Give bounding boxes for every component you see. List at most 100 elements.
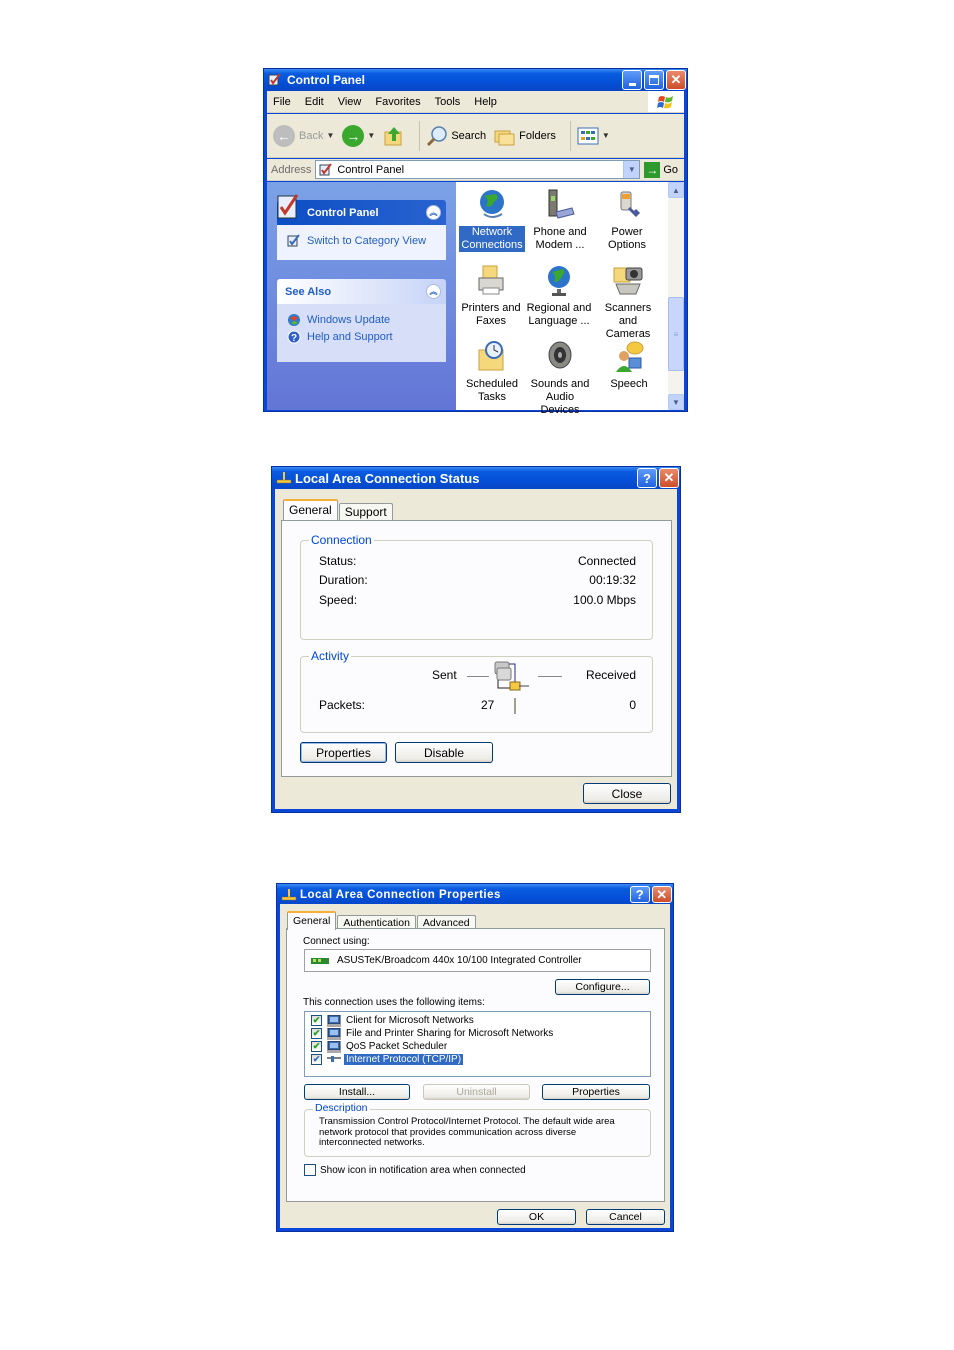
link-label: Windows Update [307, 314, 391, 326]
item-label: Network Connections [459, 226, 525, 252]
tab-general[interactable]: General [283, 499, 338, 520]
install-button[interactable]: Install... [304, 1084, 410, 1100]
close-button[interactable]: ✕ [652, 886, 672, 903]
menu-file[interactable]: File [267, 96, 299, 108]
connection-group: Connection Status: Connected Duration: 0… [300, 533, 653, 640]
item-sounds-and-audio-devices[interactable]: Sounds and Audio Devices [525, 340, 595, 417]
maximize-icon [649, 75, 659, 85]
folders-label: Folders [519, 129, 556, 142]
speed-value: 100.0 Mbps [573, 593, 636, 607]
connection-properties-dialog: Local Area Connection Properties ? ✕ Gen… [276, 883, 674, 1232]
scanner-camera-icon [612, 264, 644, 298]
scroll-up-button[interactable]: ▲ [668, 182, 684, 198]
chevron-up-double-icon: ︽ [429, 208, 438, 217]
help-button[interactable]: ? [637, 468, 657, 488]
network-activity-icon [493, 660, 535, 697]
packets-received-value: 0 [629, 698, 636, 712]
checkbox-checked[interactable]: ✔ [311, 1028, 322, 1039]
close-button[interactable]: ✕ [666, 70, 686, 90]
windows-update-icon [287, 313, 301, 327]
grip-icon: ≡ [673, 329, 679, 339]
list-item[interactable]: ✔ Client for Microsoft Networks [311, 1014, 476, 1027]
switch-to-category-view-link[interactable]: Switch to Category View [287, 234, 436, 248]
collapse-button[interactable]: ︽ [426, 205, 441, 220]
menu-tools[interactable]: Tools [429, 96, 469, 108]
menu-favorites[interactable]: Favorites [369, 96, 428, 108]
control-panel-task-box: Control Panel ︽ Switch to Category View [277, 194, 446, 260]
address-dropdown-button[interactable]: ▼ [623, 161, 640, 178]
go-arrow-icon: → [644, 161, 661, 178]
address-bar: Address Control Panel ▼ → Go [267, 159, 684, 181]
folders-button[interactable]: Folders [494, 126, 556, 146]
tab-support[interactable]: Support [338, 503, 393, 520]
checkbox-checked[interactable]: ✔ [311, 1015, 322, 1026]
vertical-scrollbar[interactable]: ▲ ≡ ▼ [668, 182, 684, 410]
menu-help[interactable]: Help [468, 96, 505, 108]
tab-general[interactable]: General [287, 911, 337, 930]
forward-button[interactable]: → ▼ [342, 124, 375, 147]
menu-edit[interactable]: Edit [299, 96, 332, 108]
activity-divider [514, 698, 516, 714]
item-label: QoS Packet Scheduler [346, 1041, 448, 1052]
components-list[interactable]: ✔ Client for Microsoft Networks ✔ File a… [304, 1011, 651, 1077]
menu-view[interactable]: View [332, 96, 370, 108]
close-dialog-button[interactable]: Close [583, 783, 671, 804]
checkbox-checked[interactable]: ✔ [311, 1041, 322, 1052]
scroll-thumb[interactable]: ≡ [668, 297, 684, 371]
duration-label: Duration: [319, 573, 368, 587]
status-value: Connected [577, 554, 636, 568]
scroll-down-button[interactable]: ▼ [668, 394, 684, 410]
tab-strip: General Support [283, 499, 394, 520]
close-button[interactable]: ✕ [659, 468, 679, 488]
list-item[interactable]: ✔ File and Printer Sharing for Microsoft… [311, 1027, 555, 1040]
maximize-button[interactable] [644, 70, 664, 90]
status-label: Status: [319, 554, 357, 568]
speech-icon [613, 340, 645, 374]
address-input[interactable]: Control Panel ▼ [315, 160, 641, 179]
item-scheduled-tasks[interactable]: Scheduled Tasks [457, 340, 527, 404]
minimize-button[interactable] [622, 70, 642, 90]
item-printers-and-faxes[interactable]: Printers and Faxes [456, 264, 526, 328]
item-label: Regional and Language ... [526, 302, 592, 327]
back-button[interactable]: ← Back ▼ [273, 124, 334, 147]
received-line [538, 676, 562, 677]
protocol-icon [327, 1055, 341, 1062]
go-button[interactable]: → Go [644, 161, 678, 178]
properties-button[interactable]: Properties [300, 742, 387, 763]
search-icon [427, 125, 448, 146]
uninstall-button[interactable]: Uninstall [423, 1084, 530, 1100]
show-icon-checkbox[interactable] [304, 1164, 316, 1176]
views-icon [577, 127, 599, 144]
help-button[interactable]: ? [630, 886, 650, 903]
views-button[interactable]: ▼ [577, 126, 610, 146]
close-icon: ✕ [663, 470, 675, 485]
list-item-selected[interactable]: ✔ Internet Protocol (TCP/IP) [311, 1053, 464, 1066]
item-label: Scheduled Tasks [466, 378, 518, 403]
sent-line [467, 676, 489, 677]
chevron-down-icon: ▼ [672, 397, 680, 407]
checkbox-checked[interactable]: ✔ [311, 1054, 322, 1065]
windows-update-link[interactable]: Windows Update [287, 313, 436, 327]
item-properties-button[interactable]: Properties [542, 1084, 650, 1100]
configure-button[interactable]: Configure... [555, 979, 650, 995]
help-and-support-link[interactable]: ? Help and Support [287, 330, 436, 344]
up-folder-button[interactable] [383, 125, 405, 147]
received-label: Received [585, 668, 636, 682]
item-phone-and-modem[interactable]: Phone and Modem ... [525, 188, 595, 252]
cancel-button[interactable]: Cancel [586, 1209, 665, 1225]
item-power-options[interactable]: Power Options [592, 188, 662, 252]
see-also-title: See Also [285, 285, 332, 298]
disable-button[interactable]: Disable [395, 742, 493, 763]
item-regional-and-language[interactable]: Regional and Language ... [524, 264, 594, 328]
item-speech[interactable]: Speech [594, 340, 664, 391]
ok-button[interactable]: OK [497, 1209, 576, 1225]
show-icon-option[interactable]: Show icon in notification area when conn… [304, 1164, 526, 1176]
item-network-connections[interactable]: Network Connections [457, 188, 527, 252]
search-button[interactable]: Search [426, 125, 486, 147]
scheduled-tasks-icon [476, 340, 508, 374]
description-group: Description Transmission Control Protoco… [304, 1102, 651, 1157]
list-item[interactable]: ✔ QoS Packet Scheduler [311, 1040, 449, 1053]
collapse-button[interactable]: ︽ [426, 284, 441, 299]
activity-legend: Activity [309, 649, 352, 663]
item-scanners-and-cameras[interactable]: Scanners and Cameras [593, 264, 663, 341]
